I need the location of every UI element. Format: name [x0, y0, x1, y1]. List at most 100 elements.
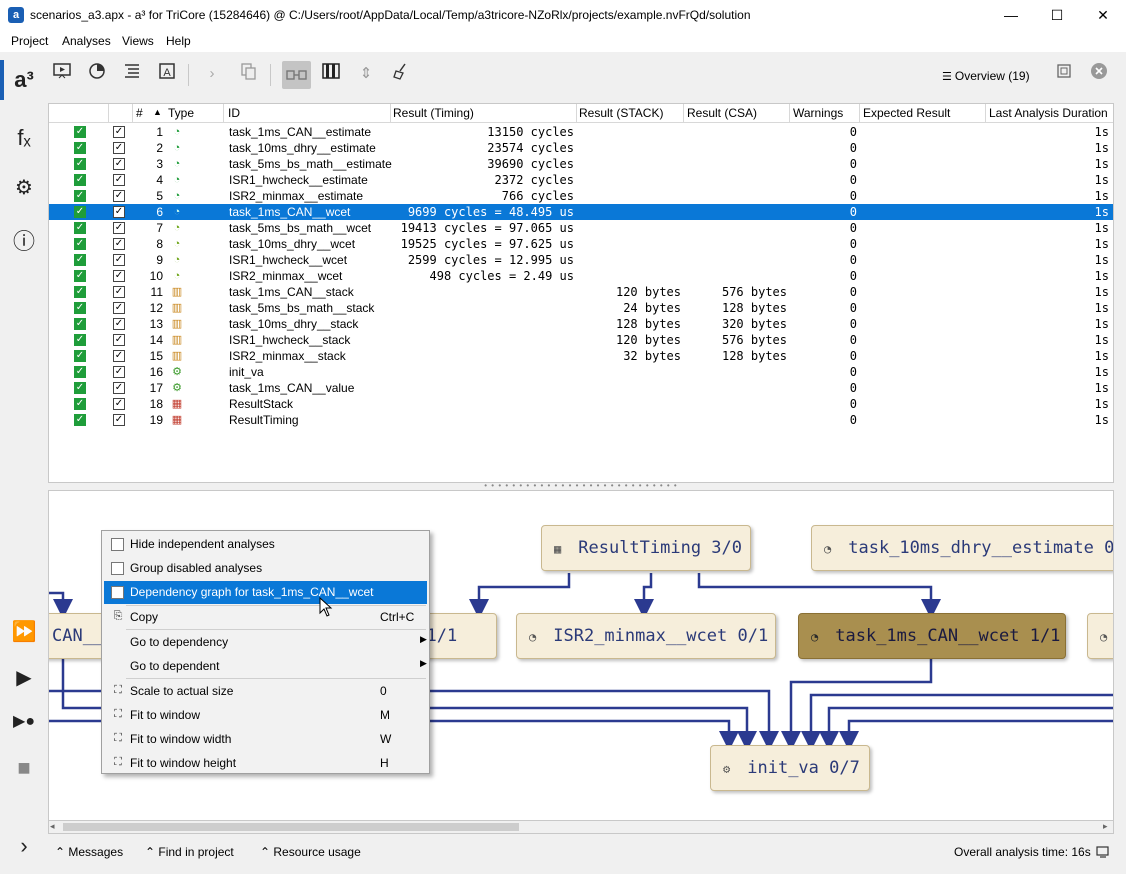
- header-type[interactable]: Type: [168, 106, 194, 120]
- columns-icon[interactable]: [319, 62, 343, 86]
- header-expected-result[interactable]: Expected Result: [863, 106, 950, 120]
- menu-item-fit-height[interactable]: ⛶ Fit to window height H: [104, 752, 427, 775]
- table-row[interactable]: ✓ ✓ 5 ◔ ISR2_minmax__estimate 766 cycles 0 1s: [49, 188, 1113, 204]
- node-label: CAN__: [52, 626, 104, 646]
- menu-analyses[interactable]: Analyses: [62, 34, 111, 48]
- row-duration: 1s: [1094, 157, 1109, 171]
- menu-item-shortcut: W: [380, 732, 392, 746]
- restore-view-icon[interactable]: [1052, 62, 1076, 86]
- menu-item-label: Group disabled analyses: [130, 561, 263, 575]
- scrollbar-thumb[interactable]: [63, 823, 519, 831]
- expand-rail-icon[interactable]: ›: [8, 830, 40, 862]
- sort-ascending-icon[interactable]: ▲: [153, 107, 162, 117]
- run-icon[interactable]: ▶: [8, 662, 40, 694]
- close-view-icon[interactable]: [1087, 62, 1111, 86]
- checkbox[interactable]: [111, 538, 124, 551]
- table-row[interactable]: ✓ ✓ 1 ◔ task_1ms_CAN__estimate 13150 cycles 0 1…: [49, 124, 1113, 140]
- annotation-icon[interactable]: A: [155, 62, 179, 86]
- table-row[interactable]: ✓ ✓ 8 ◔ task_10ms_dhry__wcet 19525 cycles = 9…: [49, 236, 1113, 252]
- functions-icon[interactable]: fₓ: [8, 122, 40, 154]
- checkbox[interactable]: [111, 562, 124, 575]
- overview-button[interactable]: ☰ Overview (19): [942, 69, 1030, 83]
- table-row[interactable]: ✓ ✓ 4 ◔ ISR1_hwcheck__estimate 2372 cycles 0 1s: [49, 172, 1113, 188]
- table-row[interactable]: ✓ ✓ 18 ▦ ResultStack 0 1s: [49, 396, 1113, 412]
- node-label: task_1ms_CAN__wcet 1/1: [835, 626, 1061, 646]
- table-row[interactable]: ✓ ✓ 6 ◔ task_1ms_CAN__wcet 9699 cycles = 48.4…: [49, 204, 1113, 220]
- minimize-button[interactable]: —: [988, 0, 1034, 30]
- run-selected-icon[interactable]: ▶●: [8, 706, 40, 738]
- graph-node-dhry-estimate[interactable]: ◔ task_10ms_dhry__estimate 0/: [811, 525, 1113, 571]
- row-duration: 1s: [1094, 317, 1109, 331]
- table-row[interactable]: ✓ ✓ 17 ⚙ task_1ms_CAN__value 0 1s: [49, 380, 1113, 396]
- copy-files-icon[interactable]: [236, 62, 260, 86]
- table-row[interactable]: ✓ ✓ 16 ⚙ init_va 0 1s: [49, 364, 1113, 380]
- status-monitor-icon[interactable]: [1096, 845, 1110, 862]
- table-row[interactable]: ✓ ✓ 19 ▦ ResultTiming 0 1s: [49, 412, 1113, 428]
- table-row[interactable]: ✓ ✓ 14 ▥ ISR1_hwcheck__stack 120 bytes 576 byt…: [49, 332, 1113, 348]
- table-row[interactable]: ✓ ✓ 7 ◔ task_5ms_bs_math__wcet 19413 cycles =…: [49, 220, 1113, 236]
- graph-node-result-timing[interactable]: ▦ ResultTiming 3/0: [541, 525, 751, 571]
- graph-horizontal-scrollbar[interactable]: ◂ ▸: [48, 820, 1114, 834]
- table-row[interactable]: ✓ ✓ 11 ▥ task_1ms_CAN__stack 120 bytes 576 byt…: [49, 284, 1113, 300]
- clean-brush-icon[interactable]: [389, 62, 413, 86]
- pie-chart-icon[interactable]: [85, 62, 109, 86]
- analyses-table: # ▲ Type ID Result (Timing) Result (STAC…: [48, 103, 1114, 483]
- terminal-icon[interactable]: ›: [200, 62, 224, 86]
- find-in-project-toggle[interactable]: ⌃ Find in project: [145, 845, 234, 859]
- header-result-timing[interactable]: Result (Timing): [393, 106, 474, 120]
- menu-item-hide-independent[interactable]: Hide independent analyses: [104, 533, 427, 556]
- fit-width-icon: ⛶: [114, 732, 122, 744]
- table-row[interactable]: ✓ ✓ 15 ▥ ISR2_minmax__stack 32 bytes 128 bytes…: [49, 348, 1113, 364]
- info-icon[interactable]: ⓘ: [8, 226, 40, 258]
- row-duration: 1s: [1094, 253, 1109, 267]
- close-button[interactable]: ✕: [1080, 0, 1126, 30]
- menu-item-goto-dependent[interactable]: Go to dependent ▶: [104, 655, 427, 678]
- header-warnings[interactable]: Warnings: [793, 106, 843, 120]
- messages-toggle[interactable]: ⌃ Messages: [55, 845, 123, 859]
- graph-node-offscreen[interactable]: ◔: [1087, 613, 1113, 659]
- header-result-csa[interactable]: Result (CSA): [687, 106, 757, 120]
- scroll-right-icon[interactable]: ▸: [1103, 821, 1108, 832]
- table-row[interactable]: ✓ ✓ 10 ◔ ISR2_minmax__wcet 498 cycles = 2.49 …: [49, 268, 1113, 284]
- menu-project[interactable]: Project: [11, 34, 48, 48]
- menu-item-fit-width[interactable]: ⛶ Fit to window width W: [104, 728, 427, 751]
- table-header: # ▲ Type ID Result (Timing) Result (STAC…: [49, 104, 1113, 123]
- menu-bar: Project Analyses Views Help: [0, 30, 1126, 52]
- checkbox[interactable]: [111, 586, 124, 599]
- table-row[interactable]: ✓ ✓ 12 ▥ task_5ms_bs_math__stack 24 bytes 128 …: [49, 300, 1113, 316]
- table-row[interactable]: ✓ ✓ 13 ▥ task_10ms_dhry__stack 128 bytes 320 b…: [49, 316, 1113, 332]
- header-last-duration[interactable]: Last Analysis Duration: [989, 106, 1108, 120]
- sort-icon[interactable]: ⇕: [354, 62, 378, 86]
- menu-item-group-disabled[interactable]: Group disabled analyses: [104, 557, 427, 580]
- table-row[interactable]: ✓ ✓ 2 ◔ task_10ms_dhry__estimate 23574 cycles…: [49, 140, 1113, 156]
- menu-item-dependency-graph[interactable]: Dependency graph for task_1ms_CAN__wcet: [104, 581, 427, 604]
- row-duration: 1s: [1094, 301, 1109, 315]
- graph-node-can-wcet-selected[interactable]: ◔ task_1ms_CAN__wcet 1/1: [798, 613, 1066, 659]
- menu-item-scale-actual[interactable]: ⛶ Scale to actual size 0: [104, 680, 427, 703]
- table-row[interactable]: ✓ ✓ 9 ◔ ISR1_hwcheck__wcet 2599 cycles = 12.9…: [49, 252, 1113, 268]
- estimate-icon: ◔: [824, 542, 832, 556]
- header-result-stack[interactable]: Result (STACK): [579, 106, 663, 120]
- row-duration: 1s: [1094, 189, 1109, 203]
- maximize-button[interactable]: ☐: [1034, 0, 1080, 30]
- menu-help[interactable]: Help: [166, 34, 191, 48]
- stop-icon[interactable]: ■: [8, 752, 40, 784]
- list-icon[interactable]: [120, 62, 144, 86]
- menu-item-goto-dependency[interactable]: Go to dependency ▶: [104, 631, 427, 654]
- graph-node-init-va[interactable]: ⚙ init_va 0/7: [710, 745, 870, 791]
- header-id[interactable]: ID: [228, 106, 240, 120]
- header-number[interactable]: #: [136, 106, 143, 120]
- presentation-icon[interactable]: [50, 62, 74, 86]
- menu-item-fit-window[interactable]: ⛶ Fit to window M: [104, 704, 427, 727]
- menu-views[interactable]: Views: [122, 34, 154, 48]
- run-all-icon[interactable]: ⏩: [8, 616, 40, 648]
- table-row[interactable]: ✓ ✓ 3 ◔ task_5ms_bs_math__estimate 39690 cycl…: [49, 156, 1113, 172]
- scroll-left-icon[interactable]: ◂: [50, 821, 55, 832]
- a3-logo-icon[interactable]: a³: [8, 64, 40, 96]
- settings-sliders-icon[interactable]: ⚙: [8, 172, 40, 204]
- graph-node-isr2-wcet[interactable]: ◔ ISR2_minmax__wcet 0/1: [516, 613, 776, 659]
- link-toggle-button[interactable]: [282, 61, 311, 89]
- menu-item-label: Fit to window width: [130, 732, 232, 746]
- resource-usage-toggle[interactable]: ⌃ Resource usage: [260, 845, 361, 859]
- menu-item-copy[interactable]: ⎘ Copy Ctrl+C: [104, 606, 427, 629]
